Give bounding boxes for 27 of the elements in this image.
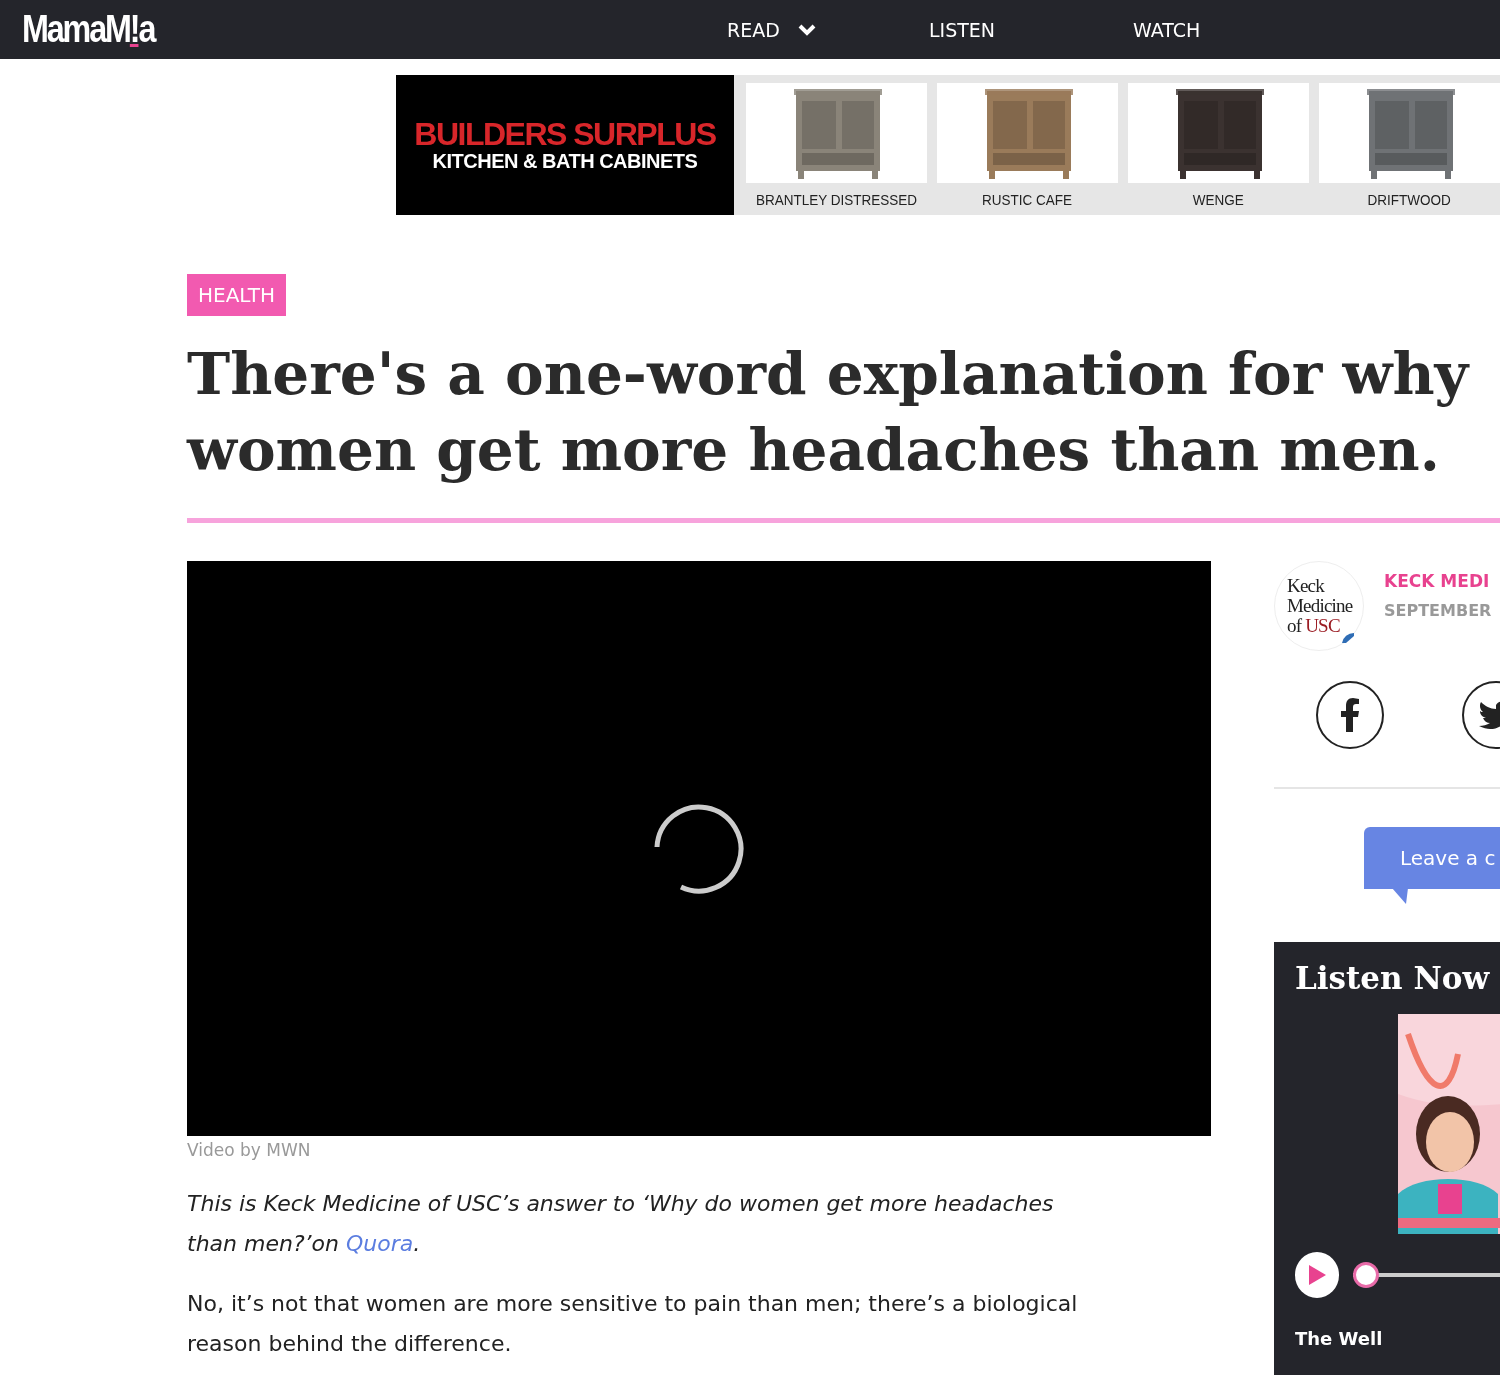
- product-label: RUSTIC CAFE: [982, 191, 1073, 208]
- quora-link[interactable]: Quora: [345, 1231, 414, 1256]
- advertisement-banner[interactable]: BUILDERS SURPLUS KITCHEN & BATH CABINETS BRANTLEY DISTRESSED RUSTIC CAFE WENGE DRIFTWOOD: [396, 75, 1500, 215]
- body-paragraph: No, it’s not that women are more sensitive to pain than men; there’s a biological reason behind the difference.: [187, 1290, 1079, 1358]
- facebook-share-button[interactable]: [1316, 681, 1384, 749]
- progress-thumb[interactable]: [1353, 1262, 1380, 1288]
- video-caption: Video by MWN: [187, 1140, 312, 1160]
- facebook-icon: [1340, 698, 1360, 732]
- podcast-title: The Well: [1295, 1328, 1384, 1349]
- nav-link[interactable]: LISTEN: [929, 18, 1133, 41]
- intro-paragraph: This is Keck Medicine of USC’s answer to ‘Why do women get more headaches than men?’on Quora.: [187, 1190, 1055, 1258]
- ad-brand: BUILDERS SURPLUS: [414, 117, 716, 150]
- author-name[interactable]: KECK MEDI: [1384, 571, 1492, 591]
- product-label: WENGE: [1193, 191, 1244, 208]
- product-label: DRIFTWOOD: [1367, 191, 1452, 208]
- play-button[interactable]: [1295, 1252, 1340, 1298]
- ad-tagline: KITCHEN & BATH CABINETS: [432, 149, 698, 173]
- logo[interactable]: MamaM!a: [22, 8, 158, 51]
- speech-tail-icon: [1392, 888, 1408, 904]
- publish-date: SEPTEMBER: [1384, 601, 1492, 620]
- product-label: BRANTLEY DISTRESSED: [755, 191, 917, 208]
- panel-title: Listen Now: [1295, 960, 1490, 996]
- article-headline: There's a one-word explanation for why women get more headaches than men.: [187, 339, 1471, 486]
- nav-link[interactable]: WATCH: [1133, 18, 1337, 41]
- nav-link[interactable]: READ: [727, 18, 929, 41]
- play-icon: [1308, 1265, 1327, 1285]
- verified-badge-icon: [1341, 630, 1355, 644]
